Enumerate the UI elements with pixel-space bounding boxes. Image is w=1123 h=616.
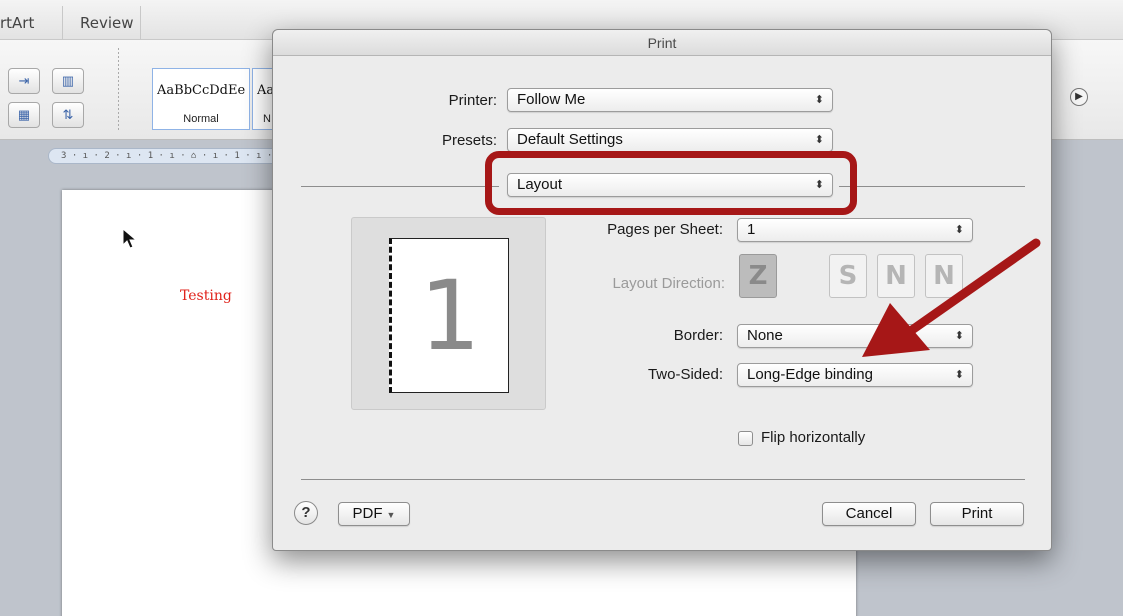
annotation-arrow-icon [862, 238, 1041, 357]
